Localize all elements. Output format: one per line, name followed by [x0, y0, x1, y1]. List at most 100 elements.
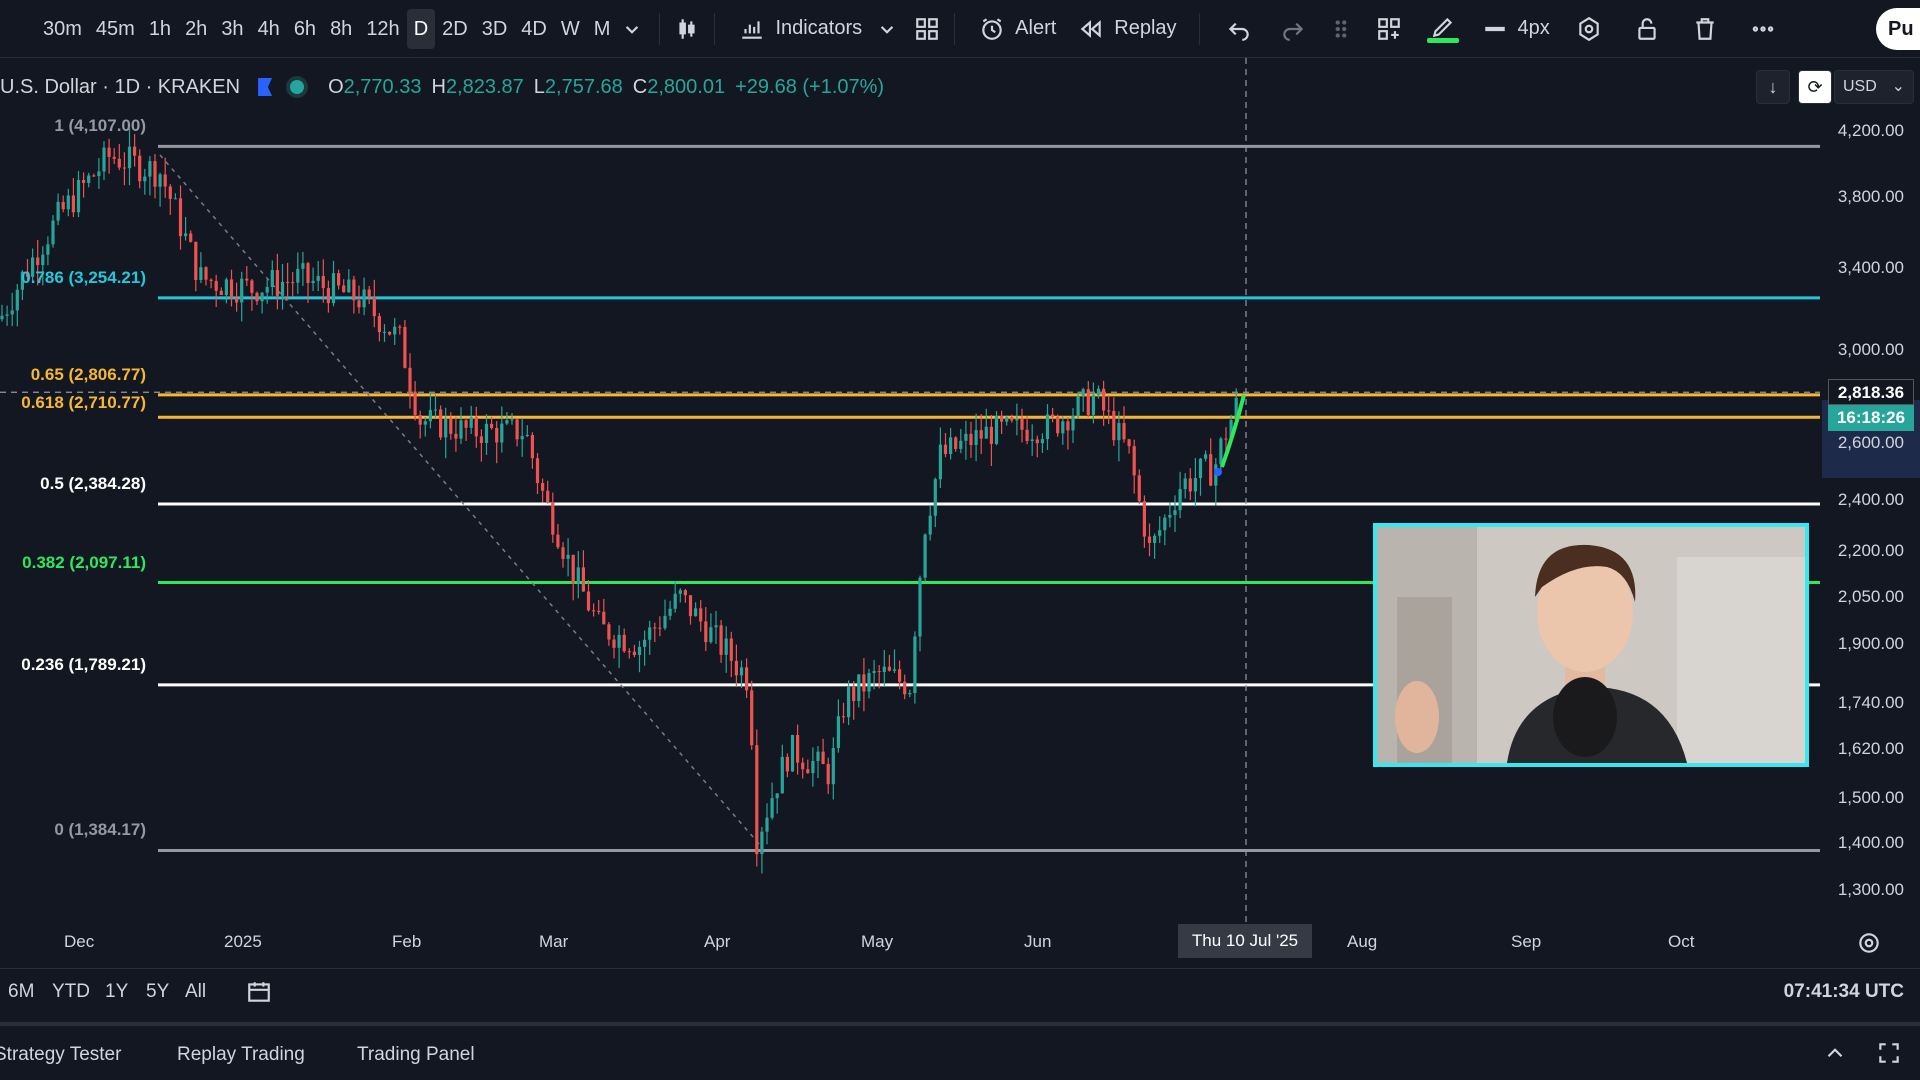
layout-icon[interactable]: [912, 14, 942, 44]
range-5y[interactable]: 5Y: [146, 981, 169, 1003]
tab-trading-panel[interactable]: Trading Panel: [357, 1044, 475, 1066]
price-axis-label: 2,200.00: [1837, 541, 1904, 560]
candle-body: [724, 638, 728, 655]
countdown-tag: 16:18:26: [1828, 405, 1914, 431]
candle-body: [10, 310, 14, 315]
candle-body: [535, 458, 540, 484]
undo-icon[interactable]: [1224, 14, 1254, 44]
lock-icon[interactable]: [1632, 14, 1662, 44]
line-width-button[interactable]: 4px: [1470, 9, 1560, 49]
candle-body: [178, 198, 183, 237]
candle-body: [158, 174, 162, 187]
candle-body: [229, 279, 234, 299]
candle-body: [500, 423, 504, 443]
fib-level-label: 0.65 (2,806.77): [30, 364, 146, 384]
candle-body: [1081, 389, 1085, 396]
timeframe-3h[interactable]: 3h: [214, 9, 250, 49]
maximize-icon[interactable]: [1874, 1038, 1904, 1068]
candle-body: [1147, 536, 1152, 543]
timeframe-3d[interactable]: 3D: [475, 9, 515, 49]
timeframe-4d[interactable]: 4D: [514, 9, 554, 49]
alert-button[interactable]: Alert: [967, 9, 1066, 49]
fib-level-label: 0.382 (2,097.11): [22, 552, 146, 572]
chevron-down-icon[interactable]: [872, 14, 902, 44]
timeframe-45m[interactable]: 45m: [89, 9, 142, 49]
arrow-down-icon[interactable]: ↓: [1756, 70, 1790, 104]
flag-icon[interactable]: [258, 78, 273, 96]
candle-body: [388, 331, 392, 335]
candle-body: [551, 502, 555, 535]
redo-icon[interactable]: [1278, 14, 1308, 44]
settings-icon[interactable]: [1574, 14, 1604, 44]
candle-body: [76, 179, 81, 213]
candle-body: [219, 290, 223, 296]
candle-body: [586, 591, 591, 611]
candle-body: [194, 241, 198, 280]
price-chart[interactable]: [0, 58, 1920, 922]
candle-body: [1112, 410, 1116, 441]
timeframe-1h[interactable]: 1h: [142, 9, 178, 49]
candle-body: [71, 195, 75, 213]
candle-body: [943, 444, 948, 455]
candle-body: [566, 554, 570, 559]
timeframe-w[interactable]: W: [554, 9, 587, 49]
range-all[interactable]: All: [185, 981, 206, 1003]
candle-body: [1091, 395, 1095, 415]
candle-body: [826, 763, 830, 785]
trash-icon[interactable]: [1690, 14, 1720, 44]
timeframe-6h[interactable]: 6h: [287, 9, 323, 49]
refresh-icon[interactable]: ⟳: [1798, 70, 1832, 104]
widgets-icon[interactable]: [1374, 14, 1404, 44]
candle-body: [984, 426, 988, 439]
chevron-up-icon[interactable]: [1820, 1038, 1850, 1068]
price-axis-label: 2,600.00: [1837, 433, 1904, 452]
timeframe-4h[interactable]: 4h: [251, 9, 287, 49]
candle-body: [143, 176, 147, 182]
timeframe-2d[interactable]: 2D: [435, 9, 475, 49]
pencil-icon[interactable]: [1426, 14, 1459, 44]
tab-strategy-tester[interactable]: Strategy Tester: [0, 1044, 121, 1066]
range-6m[interactable]: 6M: [8, 981, 34, 1003]
timeframe-d[interactable]: D: [406, 8, 436, 49]
drag-icon[interactable]: [1326, 14, 1356, 44]
candle-body: [780, 756, 784, 794]
candle-body: [1071, 415, 1075, 431]
range-ytd[interactable]: YTD: [52, 981, 90, 1003]
calendar-range-icon[interactable]: [244, 977, 274, 1007]
alert-clock-icon: [977, 14, 1007, 44]
replay-button[interactable]: Replay: [1066, 9, 1186, 49]
range-1y[interactable]: 1Y: [105, 981, 128, 1003]
candle-body: [127, 146, 132, 169]
alert-label: Alert: [1015, 17, 1057, 39]
replay-label: Replay: [1114, 17, 1177, 39]
price-axis-label: 3,800.00: [1837, 187, 1904, 206]
price-axis-label: 3,000.00: [1837, 340, 1904, 359]
timeframe-8h[interactable]: 8h: [323, 9, 359, 49]
utc-clock[interactable]: 07:41:34 UTC: [1784, 981, 1904, 1003]
candle-body: [449, 418, 453, 434]
candle-body: [704, 621, 708, 643]
more-icon[interactable]: [1748, 14, 1778, 44]
timeframe-12h[interactable]: 12h: [359, 9, 406, 49]
gear-icon[interactable]: [1854, 928, 1884, 958]
candle-body: [15, 289, 19, 311]
time-axis[interactable]: Dec 2025 Feb Mar Apr May Jun Aug Sep Oct: [0, 922, 1820, 962]
publish-button[interactable]: Pu: [1876, 8, 1920, 50]
price-axis-label: 1,740.00: [1837, 693, 1904, 712]
candle-body: [1198, 458, 1203, 479]
currency-select[interactable]: USD ⌄: [1834, 70, 1914, 104]
chevron-down-icon[interactable]: [617, 14, 647, 44]
tab-replay-trading[interactable]: Replay Trading: [177, 1044, 305, 1066]
candle-body: [729, 638, 733, 661]
indicators-button[interactable]: Indicators: [727, 9, 872, 49]
candle-body: [622, 634, 626, 652]
market-status-icon: [290, 80, 305, 94]
candle-body: [719, 625, 723, 655]
candles-icon[interactable]: [672, 14, 702, 44]
symbol-title[interactable]: U.S. Dollar · 1D · KRAKEN: [0, 76, 240, 99]
timeframe-2h[interactable]: 2h: [178, 9, 214, 49]
time-label: Feb: [392, 932, 422, 951]
timeframe-30m[interactable]: 30m: [36, 9, 89, 49]
candle-body: [301, 263, 305, 269]
timeframe-m[interactable]: M: [587, 9, 618, 49]
